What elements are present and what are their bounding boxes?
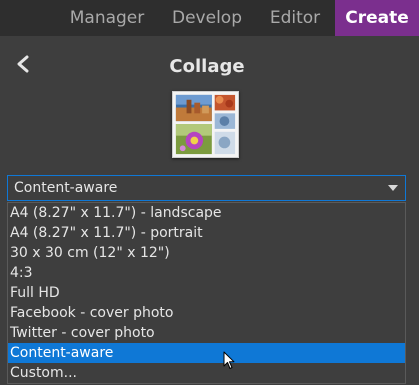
option-a4-landscape[interactable]: A4 (8.27" x 11.7") - landscape xyxy=(8,203,405,223)
option-custom[interactable]: Custom... xyxy=(8,363,405,383)
select-value: Content-aware xyxy=(14,180,118,196)
chevron-down-icon[interactable] xyxy=(388,185,398,191)
collage-thumbnail xyxy=(172,91,239,158)
tab-develop[interactable]: Develop xyxy=(162,0,252,36)
tab-editor[interactable]: Editor xyxy=(258,0,332,36)
option-twitter-cover[interactable]: Twitter - cover photo xyxy=(8,323,405,343)
tab-manager[interactable]: Manager xyxy=(58,0,156,36)
mouse-cursor-icon xyxy=(223,351,235,369)
option-a4-portrait[interactable]: A4 (8.27" x 11.7") - portrait xyxy=(8,223,405,243)
panel-title: Collage xyxy=(169,56,245,77)
tab-create[interactable]: Create xyxy=(335,0,419,36)
option-full-hd[interactable]: Full HD xyxy=(8,283,405,303)
option-facebook-cover[interactable]: Facebook - cover photo xyxy=(8,303,405,323)
format-dropdown-list: A4 (8.27" x 11.7") - landscape A4 (8.27"… xyxy=(7,202,406,384)
option-4-3[interactable]: 4:3 xyxy=(8,263,405,283)
collage-format-select[interactable]: Content-aware xyxy=(7,175,406,201)
option-content-aware[interactable]: Content-aware xyxy=(8,343,405,363)
top-nav-bar: Manager Develop Editor Create xyxy=(0,0,419,36)
option-30x30[interactable]: 30 x 30 cm (12" x 12") xyxy=(8,243,405,263)
